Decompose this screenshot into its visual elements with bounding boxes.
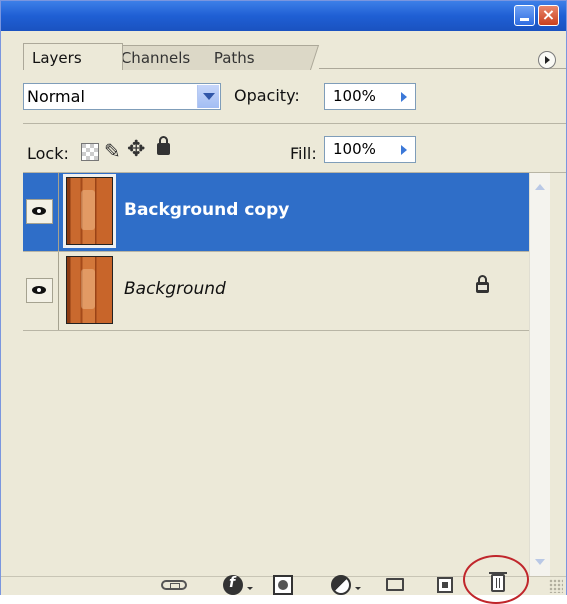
lock-icon bbox=[476, 275, 489, 293]
chevron-down-icon bbox=[355, 587, 361, 590]
folder-icon[interactable] bbox=[386, 578, 404, 591]
layer-name[interactable]: Background bbox=[124, 279, 226, 299]
eye-icon[interactable] bbox=[26, 278, 53, 303]
layer-mask-icon[interactable] bbox=[273, 575, 293, 595]
lock-image-pixels-icon[interactable]: ✎ bbox=[104, 139, 121, 163]
tab-divider bbox=[319, 68, 566, 69]
lock-transparency-icon[interactable] bbox=[81, 143, 99, 161]
tab-channels[interactable]: Channels bbox=[108, 45, 219, 70]
adjustment-layer-icon[interactable] bbox=[331, 575, 351, 595]
link-layers-icon[interactable] bbox=[161, 580, 187, 590]
divider bbox=[23, 123, 566, 124]
layer-thumbnail bbox=[66, 256, 113, 324]
new-layer-icon[interactable] bbox=[437, 577, 453, 593]
highlight-circle-annotation bbox=[463, 555, 529, 604]
scroll-up-icon[interactable] bbox=[532, 179, 548, 195]
blend-mode-select[interactable]: Normal bbox=[23, 83, 221, 110]
chevron-down-icon bbox=[247, 587, 253, 590]
layer-name[interactable]: Background copy bbox=[124, 200, 289, 220]
palette-menu-button[interactable] bbox=[538, 51, 556, 69]
fill-value: 100% bbox=[333, 140, 376, 158]
vertical-scrollbar[interactable] bbox=[529, 173, 550, 576]
opacity-value: 100% bbox=[333, 87, 376, 105]
eye-icon[interactable] bbox=[26, 199, 53, 224]
title-bar: × bbox=[1, 1, 566, 31]
resize-grip[interactable] bbox=[549, 579, 563, 593]
blend-mode-value: Normal bbox=[27, 87, 85, 106]
fill-slider-arrow-icon[interactable] bbox=[401, 145, 407, 155]
lock-position-icon[interactable]: ✥ bbox=[127, 137, 145, 162]
layers-list: Background copy Background bbox=[23, 173, 529, 576]
minimize-button[interactable] bbox=[514, 5, 535, 26]
tab-layers[interactable]: Layers bbox=[23, 43, 123, 70]
fill-field[interactable]: 100% bbox=[324, 136, 416, 163]
layer-row-background-copy[interactable]: Background copy bbox=[23, 173, 529, 251]
opacity-label: Opacity: bbox=[234, 86, 300, 105]
close-button[interactable]: × bbox=[538, 5, 559, 26]
layers-palette: × Channels Paths Layers Normal Opacity: … bbox=[0, 0, 567, 595]
lock-label: Lock: bbox=[27, 144, 69, 163]
layer-style-icon[interactable] bbox=[223, 575, 243, 595]
close-icon: × bbox=[541, 5, 556, 24]
layer-row-background[interactable]: Background bbox=[23, 252, 529, 331]
chevron-down-icon[interactable] bbox=[197, 85, 219, 108]
lock-all-icon[interactable] bbox=[157, 136, 170, 155]
opacity-field[interactable]: 100% bbox=[324, 83, 416, 110]
fill-label: Fill: bbox=[290, 144, 317, 163]
opacity-slider-arrow-icon[interactable] bbox=[401, 92, 407, 102]
layer-thumbnail bbox=[63, 174, 116, 248]
tab-paths[interactable]: Paths bbox=[201, 45, 320, 70]
scroll-down-icon[interactable] bbox=[532, 554, 548, 570]
